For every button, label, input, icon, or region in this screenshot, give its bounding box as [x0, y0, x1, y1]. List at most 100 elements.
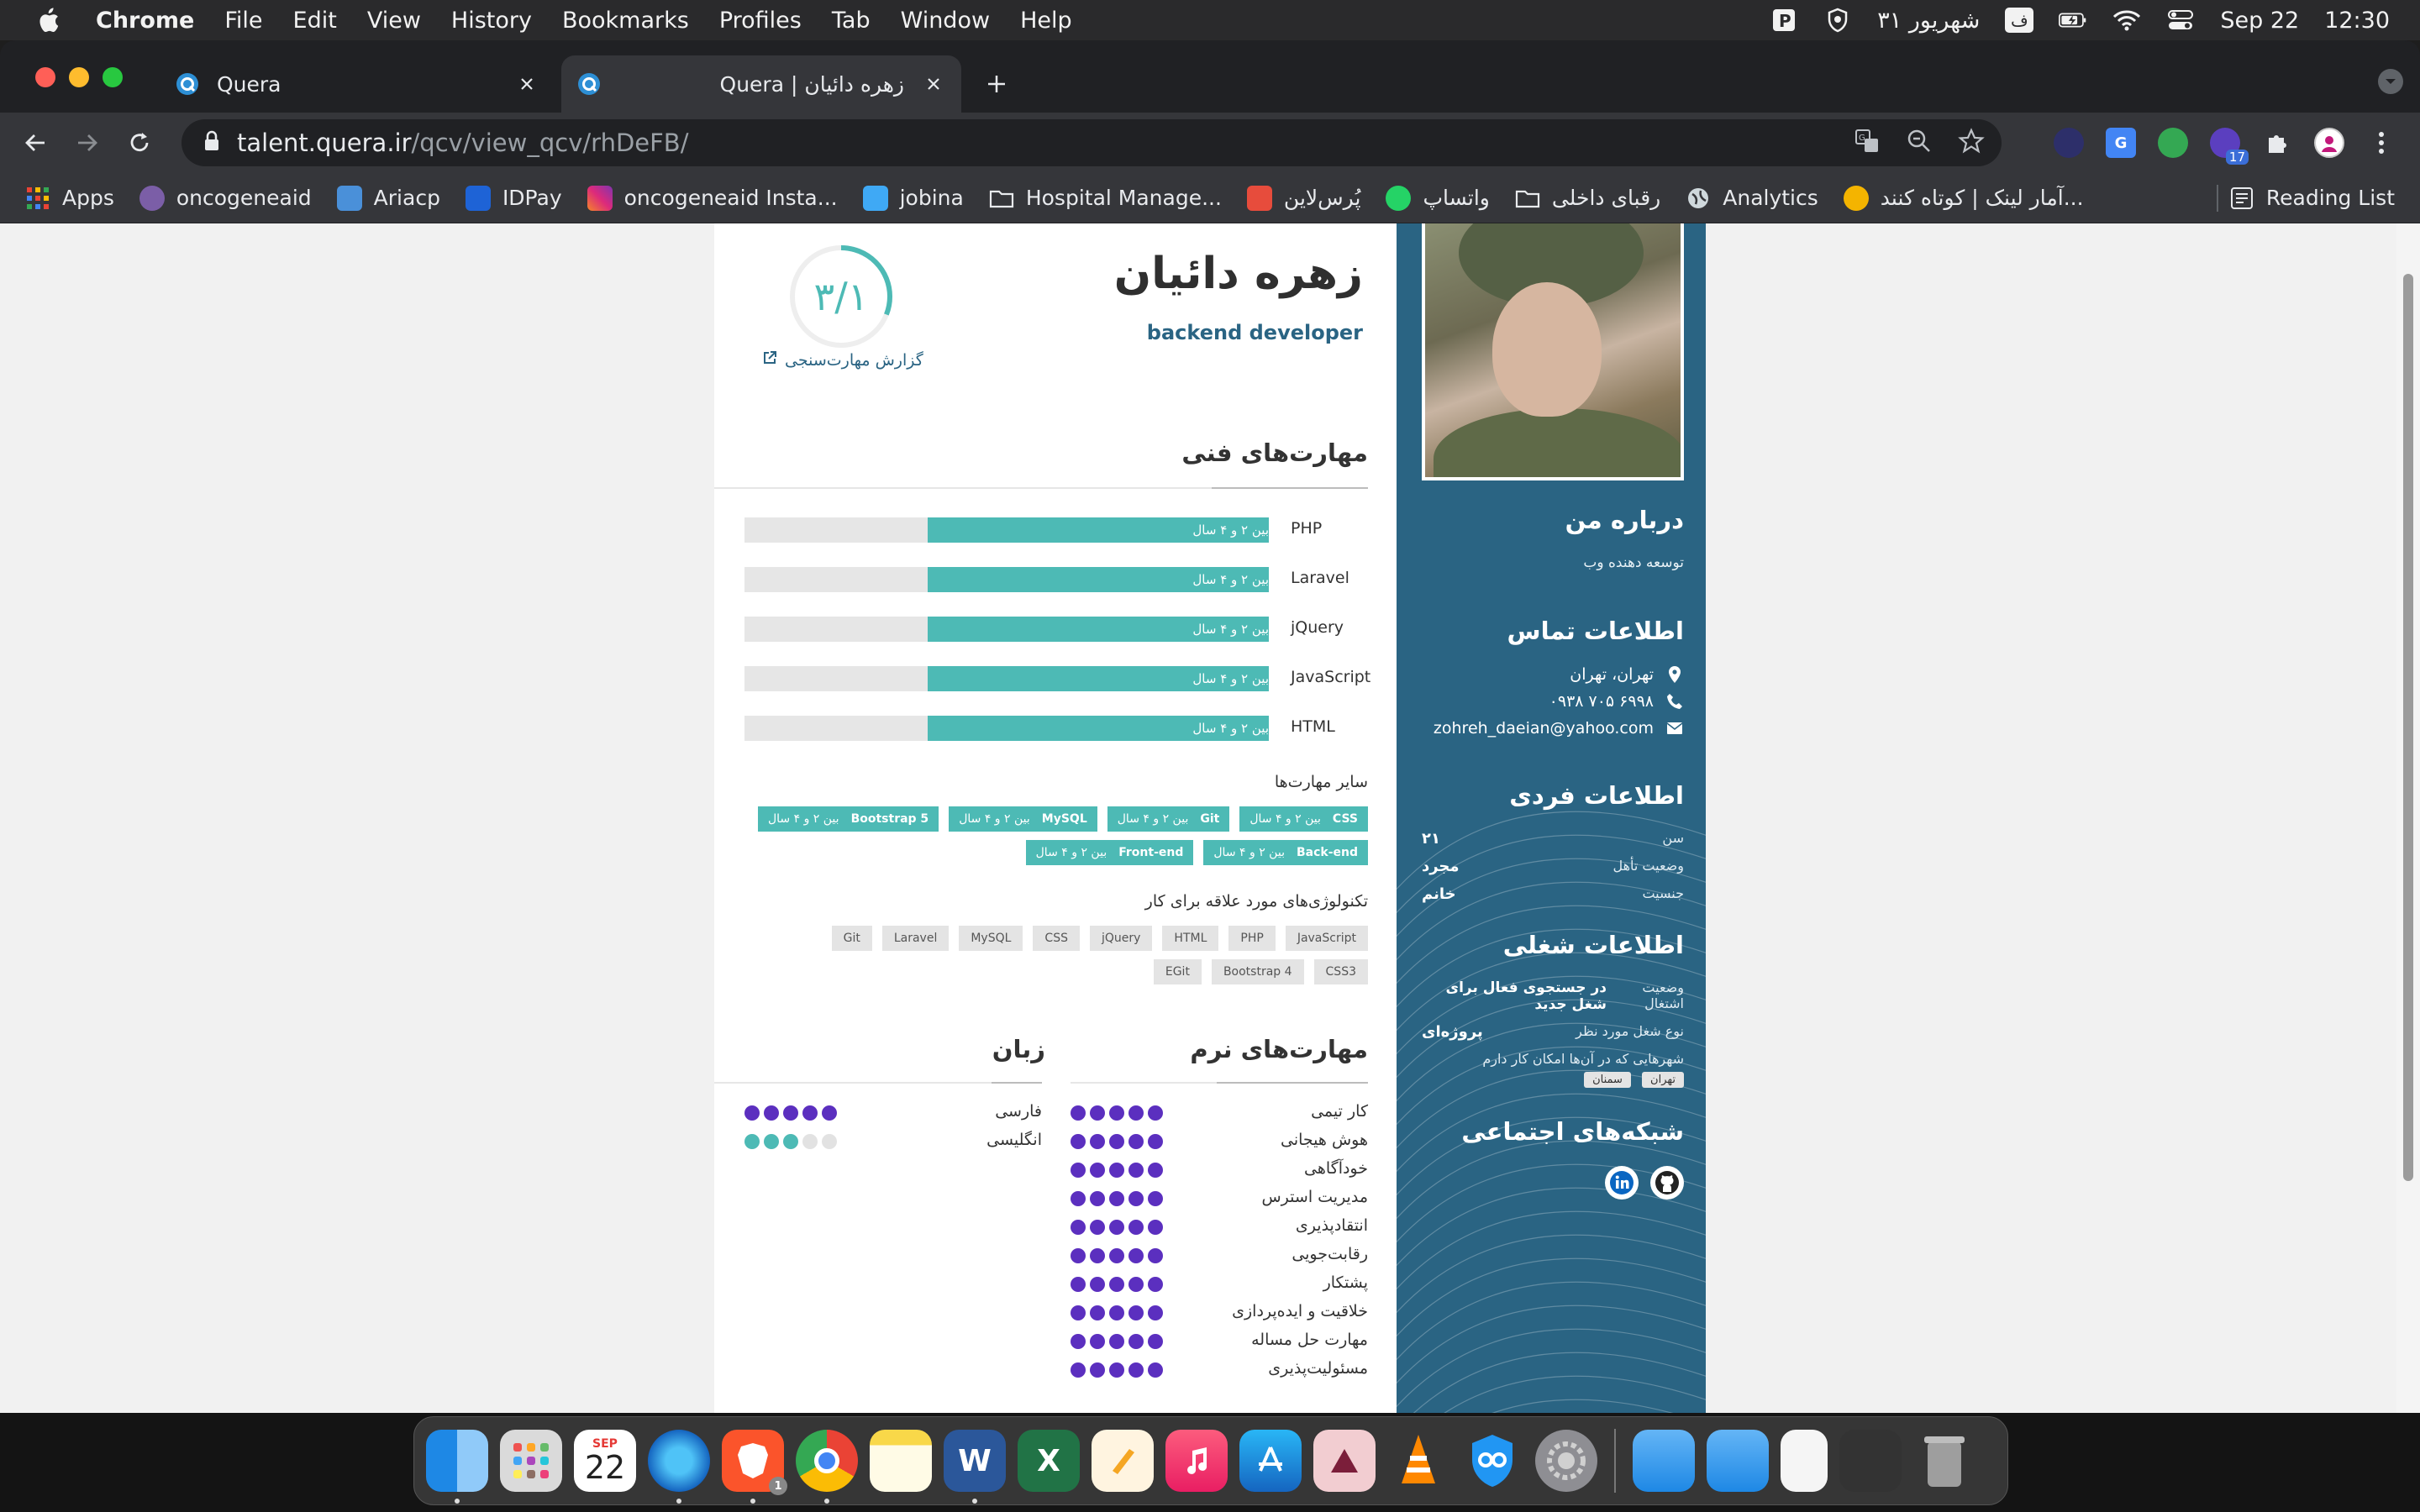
url-text[interactable]: talent.quera.ir/qcv/view_qcv/rhDeFB/: [237, 129, 688, 157]
word-icon[interactable]: W: [944, 1430, 1006, 1504]
bookmark-instagram[interactable]: oncogeneaid Insta...: [587, 185, 838, 211]
zoom-icon[interactable]: [1906, 128, 1933, 158]
menu-history[interactable]: History: [451, 8, 532, 34]
trash-icon[interactable]: [1913, 1430, 1975, 1492]
rating-dot: [1148, 1362, 1163, 1378]
screen-recording-icon[interactable]: [1839, 1430, 1902, 1492]
menu-help[interactable]: Help: [1020, 8, 1072, 34]
new-tab-button[interactable]: [981, 69, 1012, 99]
app-store-icon[interactable]: [1239, 1430, 1302, 1492]
shield-icon[interactable]: [1823, 8, 1852, 33]
tab-active-profile[interactable]: Quera | زهره دائیان: [561, 55, 961, 113]
skill-name: PHP: [1291, 519, 1323, 538]
battery-icon[interactable]: [2059, 8, 2087, 33]
bookmark-link-stats[interactable]: آمار لینک | کوتاه کنند...: [1843, 185, 2084, 211]
menu-view[interactable]: View: [367, 8, 421, 34]
finder-icon[interactable]: [426, 1430, 488, 1504]
menu-date[interactable]: Sep 22: [2220, 8, 2299, 34]
extension-green-icon[interactable]: [2158, 128, 2188, 158]
close-tab-icon[interactable]: [921, 71, 946, 97]
rating-dot: [822, 1105, 837, 1121]
document-icon[interactable]: [1781, 1430, 1828, 1492]
rating-dot: [1148, 1105, 1163, 1121]
extensions-puzzle-icon[interactable]: [2262, 128, 2292, 158]
menu-tab[interactable]: Tab: [832, 8, 871, 34]
vpn-shield-icon[interactable]: [1461, 1430, 1523, 1492]
zoom-window-button[interactable]: [103, 67, 123, 87]
page-scrollbar[interactable]: [2396, 223, 2420, 1413]
back-button[interactable]: [17, 124, 54, 161]
apple-icon[interactable]: [34, 6, 62, 34]
bookmark-analytics[interactable]: Analytics: [1686, 186, 1818, 211]
safari-icon[interactable]: [648, 1430, 710, 1504]
skill-name: JavaScript: [1291, 668, 1371, 686]
window-controls: [35, 67, 123, 87]
external-link-icon: [761, 349, 778, 370]
system-preferences-icon[interactable]: [1535, 1430, 1597, 1492]
downloads-folder-icon[interactable]: [1707, 1430, 1769, 1492]
email-row[interactable]: zohreh_daeian@yahoo.com: [1422, 719, 1684, 738]
chrome-icon[interactable]: [796, 1430, 858, 1504]
rating-dot: [1128, 1163, 1144, 1178]
city-chip: تهران: [1642, 1072, 1684, 1088]
linkedin-icon[interactable]: [1605, 1166, 1639, 1200]
notes-icon[interactable]: [870, 1430, 932, 1492]
folder-icon[interactable]: [1633, 1430, 1695, 1492]
extension-dark-icon[interactable]: [2054, 128, 2084, 158]
google-translate-extension-icon[interactable]: G: [2106, 128, 2136, 158]
languages-divider: [714, 1082, 1042, 1084]
menu-edit[interactable]: Edit: [293, 8, 337, 34]
vlc-icon[interactable]: [1387, 1430, 1449, 1492]
rating-dot: [1148, 1220, 1163, 1235]
address-bar[interactable]: talent.quera.ir/qcv/view_qcv/rhDeFB/ G: [182, 119, 2002, 166]
calendar-icon[interactable]: SEP 22: [574, 1430, 636, 1492]
chrome-menu-icon[interactable]: [2366, 128, 2396, 158]
profile-avatar[interactable]: [2314, 128, 2344, 158]
rating-dot: [1128, 1305, 1144, 1320]
soft-skill-name: پشتکار: [1323, 1273, 1368, 1292]
reload-button[interactable]: [121, 124, 158, 161]
brave-icon[interactable]: 1: [722, 1430, 787, 1504]
close-tab-icon[interactable]: [514, 71, 539, 97]
forward-button[interactable]: [69, 124, 106, 161]
bookmark-ariacp[interactable]: Ariacp: [336, 185, 440, 211]
bookmark-idpay[interactable]: IDPay: [465, 185, 562, 211]
scrollbar-thumb[interactable]: [2403, 274, 2413, 1181]
close-window-button[interactable]: [35, 67, 55, 87]
menu-window[interactable]: Window: [901, 8, 990, 34]
tab-search-button[interactable]: [2378, 69, 2403, 94]
bookmark-competitors[interactable]: رقبای داخلی: [1515, 186, 1660, 211]
soft-skill-name: رقابت‌جویی: [1292, 1245, 1368, 1263]
tab-quera[interactable]: Quera: [160, 55, 555, 113]
menu-app-name[interactable]: Chrome: [96, 8, 194, 34]
minimize-window-button[interactable]: [69, 67, 89, 87]
bookmark-oncogeneaid[interactable]: oncogeneaid: [139, 185, 312, 211]
music-icon[interactable]: [1165, 1430, 1228, 1492]
control-center-icon[interactable]: [2166, 8, 2195, 33]
bookmark-porsline[interactable]: پُرس‌لاین: [1246, 185, 1360, 211]
menu-time[interactable]: 12:30: [2324, 8, 2390, 34]
brave-p-icon[interactable]: P: [1770, 8, 1798, 33]
bookmark-hospital[interactable]: Hospital Manage...: [989, 186, 1222, 211]
excel-icon[interactable]: X: [1018, 1430, 1080, 1492]
pages-icon[interactable]: [1092, 1430, 1154, 1492]
skill-report-link[interactable]: گزارش مهارت‌سنجی: [761, 349, 923, 370]
bookmark-whatsapp[interactable]: واتساپ: [1386, 185, 1490, 211]
launchpad-icon[interactable]: [500, 1430, 562, 1492]
affinity-icon[interactable]: [1313, 1430, 1376, 1492]
input-source-icon[interactable]: ف: [2005, 8, 2034, 33]
lock-icon[interactable]: [203, 130, 220, 155]
bookmark-star-icon[interactable]: [1958, 128, 1985, 158]
menu-file[interactable]: File: [224, 8, 262, 34]
translate-icon[interactable]: G: [1854, 128, 1881, 158]
persian-date[interactable]: ۳۱ شهریور: [1877, 8, 1980, 34]
github-icon[interactable]: [1650, 1166, 1684, 1200]
extension-badge-icon[interactable]: 17: [2210, 128, 2249, 165]
reading-list-button[interactable]: Reading List: [2229, 186, 2395, 211]
svg-text:G: G: [1859, 134, 1865, 143]
wifi-icon[interactable]: [2112, 8, 2141, 33]
bookmark-apps[interactable]: Apps: [25, 186, 114, 211]
menu-profiles[interactable]: Profiles: [719, 8, 802, 34]
menu-bookmarks[interactable]: Bookmarks: [562, 8, 689, 34]
bookmark-jobina[interactable]: jobina: [862, 185, 964, 211]
